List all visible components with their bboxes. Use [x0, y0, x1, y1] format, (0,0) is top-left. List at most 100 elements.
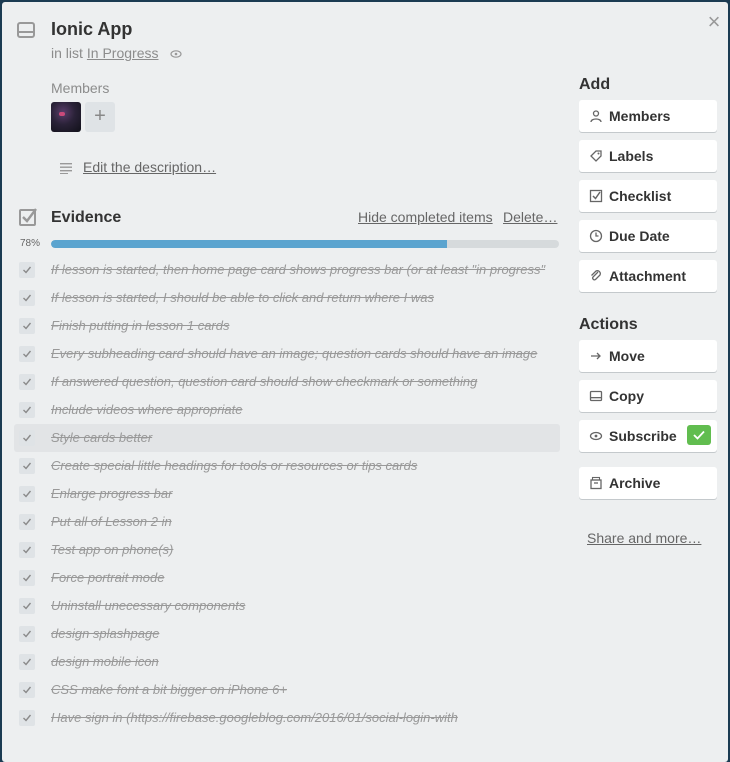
- share-and-more-link[interactable]: Share and more…: [587, 530, 701, 546]
- progress-bar: [51, 240, 559, 248]
- move-button[interactable]: Move: [579, 340, 717, 372]
- members-button-label: Members: [609, 108, 671, 124]
- item-checkbox[interactable]: [19, 598, 35, 614]
- list-link[interactable]: In Progress: [87, 45, 159, 61]
- attachment-button-label: Attachment: [609, 268, 687, 284]
- item-checkbox[interactable]: [19, 346, 35, 362]
- item-checkbox[interactable]: [19, 290, 35, 306]
- checkmark-icon: [23, 294, 32, 302]
- hide-completed-link[interactable]: Hide completed items: [358, 209, 493, 225]
- item-text: Put all of Lesson 2 in: [51, 514, 172, 529]
- copy-button-label: Copy: [609, 388, 644, 404]
- item-checkbox[interactable]: [19, 682, 35, 698]
- item-checkbox[interactable]: [19, 570, 35, 586]
- card-icon: [17, 22, 35, 38]
- item-text: CSS make font a bit bigger on iPhone 6+: [51, 682, 287, 697]
- delete-checklist-link[interactable]: Delete…: [503, 209, 557, 225]
- checklist-item[interactable]: If lesson is started, then home page car…: [2, 256, 567, 284]
- checklist-item[interactable]: CSS make font a bit bigger on iPhone 6+: [2, 676, 567, 704]
- add-heading: Add: [579, 76, 611, 93]
- move-button-label: Move: [609, 348, 645, 364]
- item-checkbox[interactable]: [19, 262, 35, 278]
- person-icon: [590, 110, 602, 123]
- item-checkbox[interactable]: [19, 654, 35, 670]
- item-checkbox[interactable]: [19, 514, 35, 530]
- subscribed-checkmark: [687, 425, 711, 445]
- in-list-prefix: in list: [51, 45, 83, 61]
- labels-button[interactable]: Labels: [579, 140, 717, 172]
- checklist-item[interactable]: Force portrait mode: [2, 564, 567, 592]
- card-title[interactable]: Ionic App: [51, 19, 132, 40]
- close-button[interactable]: ×: [704, 11, 724, 33]
- item-text: design splashpage: [51, 626, 160, 641]
- card-detail-window: × Ionic App in list In Progress Members +…: [2, 2, 728, 762]
- checkmark-icon: [23, 266, 32, 274]
- eye-icon: [589, 431, 603, 441]
- arrow-right-icon: [591, 352, 601, 360]
- checklist-item[interactable]: Style cards better: [14, 424, 560, 452]
- checkmark-icon: [23, 406, 32, 414]
- checklist-items: If lesson is started, then home page car…: [2, 256, 567, 732]
- checkmark-icon: [23, 490, 32, 498]
- checklist-item[interactable]: Enlarge progress bar: [2, 480, 567, 508]
- due-date-button[interactable]: Due Date: [579, 220, 717, 252]
- checkmark-icon: [23, 658, 32, 666]
- checkmark-icon: [23, 322, 32, 330]
- add-member-button[interactable]: +: [85, 102, 115, 132]
- item-text: Style cards better: [51, 430, 153, 445]
- archive-button-label: Archive: [609, 475, 661, 491]
- card-icon: [589, 390, 603, 402]
- checklist-item[interactable]: Put all of Lesson 2 in: [2, 508, 567, 536]
- checkmark-icon: [23, 602, 32, 610]
- edit-description-link[interactable]: Edit the description…: [83, 159, 216, 175]
- attachment-button[interactable]: Attachment: [579, 260, 717, 292]
- item-checkbox[interactable]: [19, 430, 35, 446]
- subscribe-button[interactable]: Subscribe: [579, 420, 717, 452]
- checklist-title[interactable]: Evidence: [51, 209, 121, 227]
- checklist-item[interactable]: design splashpage: [2, 620, 567, 648]
- item-text: design mobile icon: [51, 654, 159, 669]
- checklist-item[interactable]: Uninstall unecessary components: [2, 592, 567, 620]
- labels-button-label: Labels: [609, 148, 654, 164]
- checklist-icon: [589, 189, 603, 203]
- archive-button[interactable]: Archive: [579, 467, 717, 499]
- members-button[interactable]: Members: [579, 100, 717, 132]
- item-checkbox[interactable]: [19, 542, 35, 558]
- item-text: Every subheading card should have an ima…: [51, 346, 538, 361]
- checkmark-icon: [23, 434, 32, 442]
- item-text: If lesson is started, I should be able t…: [51, 290, 434, 305]
- checklist-item[interactable]: Every subheading card should have an ima…: [2, 340, 567, 368]
- checklist-button-label: Checklist: [609, 188, 672, 204]
- checkmark-icon: [23, 350, 32, 358]
- checkmark-icon: [23, 686, 32, 694]
- paperclip-icon: [591, 270, 601, 281]
- item-checkbox[interactable]: [19, 374, 35, 390]
- item-checkbox[interactable]: [19, 458, 35, 474]
- avatar[interactable]: [51, 102, 81, 132]
- checklist-item[interactable]: Create special little headings for tools…: [2, 452, 567, 480]
- checklist-item[interactable]: design mobile icon: [2, 648, 567, 676]
- item-text: If answered question, question card shou…: [51, 374, 478, 389]
- archive-icon: [590, 476, 602, 490]
- item-checkbox[interactable]: [19, 626, 35, 642]
- checklist-button[interactable]: Checklist: [579, 180, 717, 212]
- item-text: Test app on phone(s): [51, 542, 174, 557]
- item-checkbox[interactable]: [19, 486, 35, 502]
- checklist-item[interactable]: If answered question, question card shou…: [2, 368, 567, 396]
- checklist-item[interactable]: Finish putting in lesson 1 cards: [2, 312, 567, 340]
- eye-icon: [170, 50, 182, 59]
- checklist-item[interactable]: Have sign in (https://firebase.googleblo…: [2, 704, 567, 732]
- item-text: Have sign in (https://firebase.googleblo…: [51, 710, 458, 725]
- checklist-item[interactable]: If lesson is started, I should be able t…: [2, 284, 567, 312]
- item-checkbox[interactable]: [19, 402, 35, 418]
- item-checkbox[interactable]: [19, 318, 35, 334]
- checklist-item[interactable]: Include videos where appropriate: [2, 396, 567, 424]
- clock-icon: [589, 229, 603, 243]
- item-checkbox[interactable]: [19, 710, 35, 726]
- due-date-button-label: Due Date: [609, 228, 670, 244]
- item-text: Include videos where appropriate: [51, 402, 243, 417]
- copy-button[interactable]: Copy: [579, 380, 717, 412]
- checklist-item[interactable]: Test app on phone(s): [2, 536, 567, 564]
- progress-bar-fill: [51, 240, 448, 248]
- members-heading: Members: [51, 80, 110, 96]
